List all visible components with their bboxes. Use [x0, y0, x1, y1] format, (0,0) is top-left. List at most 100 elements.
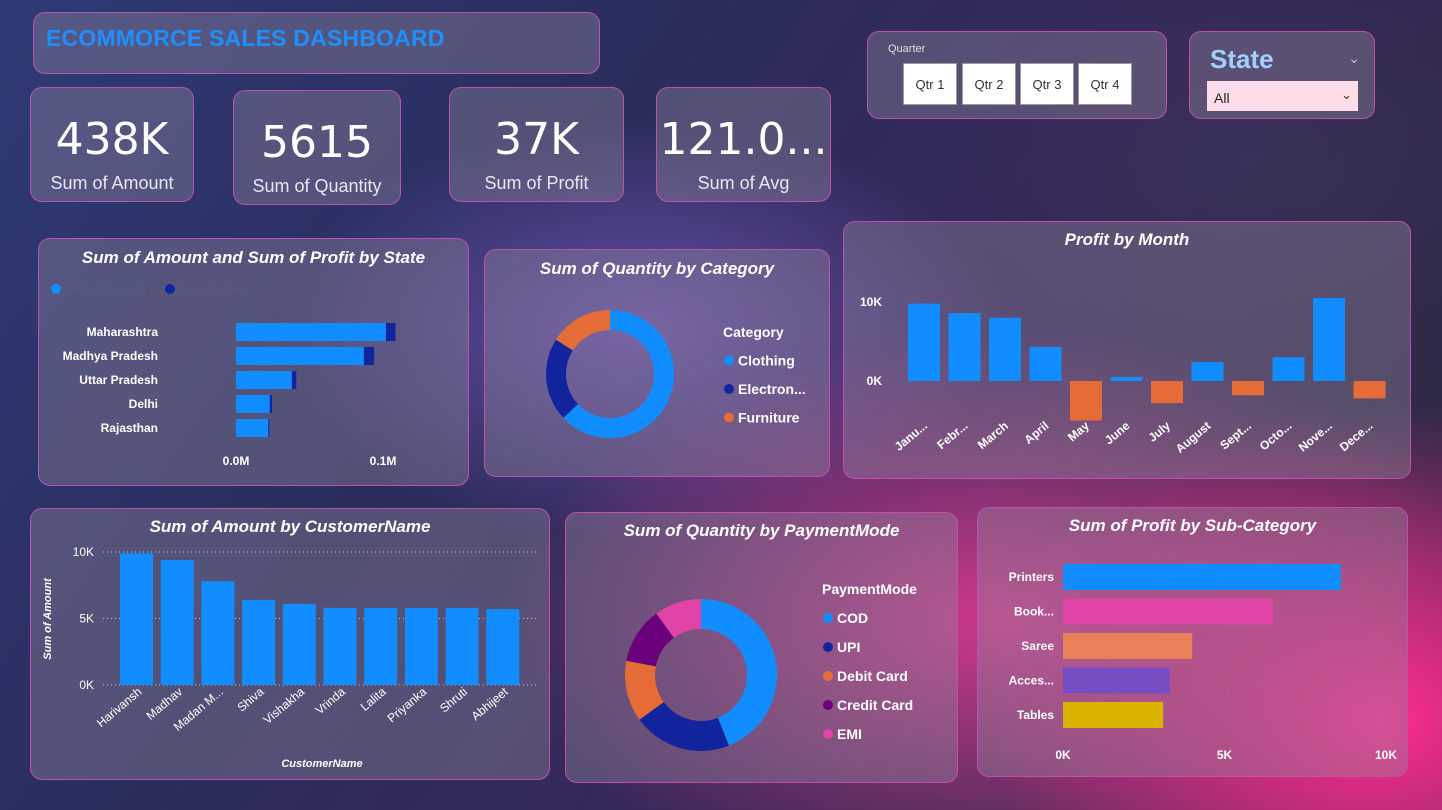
bar[interactable] — [236, 323, 386, 341]
bar[interactable] — [1151, 381, 1183, 404]
bar[interactable] — [385, 323, 396, 341]
legend-marker[interactable] — [823, 700, 833, 710]
bar[interactable] — [404, 607, 438, 685]
bar[interactable] — [268, 419, 270, 437]
legend-marker[interactable] — [724, 384, 734, 394]
legend-marker[interactable] — [724, 412, 734, 423]
payment-donut-chart[interactable]: PaymentMode COD UPI Debit Card Credit Card EM… — [566, 513, 959, 784]
bar[interactable] — [1232, 381, 1264, 396]
bar[interactable] — [363, 347, 375, 365]
category-label: Harivansh — [94, 685, 144, 730]
legend-marker[interactable] — [724, 355, 734, 366]
state-bar-chart[interactable]: Sum of Amount Sum of Profit Maharashtra Mad… — [39, 239, 470, 487]
state-dropdown-value: All — [1214, 90, 1230, 106]
legend-label: Clothing — [738, 353, 795, 369]
bar[interactable] — [948, 313, 981, 381]
bar[interactable] — [269, 395, 273, 413]
bar[interactable] — [1063, 702, 1164, 728]
bar[interactable] — [1191, 362, 1224, 381]
chart-card-subcategory: Sum of Profit by Sub-Category Printers Bo… — [977, 507, 1408, 777]
bar[interactable] — [364, 607, 398, 685]
bar[interactable] — [486, 609, 520, 685]
chevron-down-icon[interactable]: ⌄ — [1348, 50, 1360, 67]
bar[interactable] — [1353, 381, 1386, 399]
bar[interactable] — [323, 607, 357, 685]
category-label: Maharashtra — [87, 325, 159, 339]
bar[interactable] — [1110, 377, 1143, 381]
kpi-card-quantity[interactable]: 5615 Sum of Quantity — [233, 90, 401, 205]
bar[interactable] — [989, 317, 1021, 381]
tick-label: 10K — [73, 545, 94, 559]
state-slicer: State ⌄ All ⌄ — [1189, 31, 1375, 119]
kpi-label: Sum of Quantity — [252, 176, 382, 196]
category-donut-chart[interactable]: Category Clothing Electron... Furniture — [485, 250, 831, 478]
title-card: ECOMMORCE SALES DASHBOARD — [33, 12, 600, 74]
bar[interactable] — [1272, 357, 1305, 381]
category-label: Shiva — [235, 684, 267, 714]
kpi-value: 37K — [494, 114, 579, 165]
chart-card-category: Sum of Quantity by Category Category Clot… — [484, 249, 830, 477]
bar[interactable] — [291, 371, 297, 389]
category-label: Madhya Pradesh — [63, 349, 158, 363]
bar[interactable] — [242, 599, 276, 685]
axis-title: CustomerName — [281, 758, 362, 770]
bar[interactable] — [1063, 633, 1193, 659]
tick-label: 5K — [79, 612, 94, 626]
axis-title: Sum of Amount — [42, 577, 54, 660]
donut-slice[interactable] — [546, 339, 578, 418]
category-label: Vrinda — [313, 684, 348, 717]
bar[interactable] — [1063, 564, 1341, 590]
customer-bar-chart[interactable]: 0K5K10KHarivanshMadhavMadan M... ShivaVis… — [31, 509, 551, 781]
bar[interactable] — [1070, 381, 1102, 421]
state-dropdown[interactable]: All ⌄ — [1207, 81, 1358, 111]
category-label: Sept... — [1217, 419, 1254, 453]
legend-marker[interactable] — [51, 284, 61, 294]
chart-card-payment: Sum of Quantity by PaymentMode PaymentMo… — [565, 512, 958, 783]
kpi-card-amount[interactable]: 438K Sum of Amount — [30, 87, 194, 202]
bar[interactable] — [1313, 298, 1345, 381]
category-label: Dece... — [1337, 419, 1376, 455]
quarter-button-q4[interactable]: Qtr 4 — [1078, 63, 1132, 105]
donut-slice[interactable] — [555, 310, 610, 351]
bar[interactable] — [160, 559, 194, 685]
legend-label: Electron... — [738, 381, 806, 397]
bar[interactable] — [445, 607, 479, 685]
bar[interactable] — [236, 371, 292, 389]
category-label: Acces... — [1009, 674, 1054, 688]
chart-card-month: Profit by Month 0K 10K Janu... Febr... March… — [843, 221, 1411, 479]
legend-marker[interactable] — [823, 642, 833, 652]
bar[interactable] — [908, 303, 940, 381]
legend-marker[interactable] — [165, 284, 175, 294]
kpi-value: 438K — [55, 114, 169, 165]
legend-title: PaymentMode — [822, 581, 917, 597]
legend-marker[interactable] — [823, 729, 833, 739]
bar[interactable] — [201, 581, 235, 685]
legend-label: Credit Card — [837, 697, 913, 713]
category-label: Tables — [1017, 708, 1054, 722]
legend-label: COD — [837, 610, 868, 626]
bar[interactable] — [282, 603, 316, 685]
chart-card-customer: Sum of Amount by CustomerName 0K 5K 10K Har… — [30, 508, 550, 780]
bar[interactable] — [1063, 598, 1273, 625]
bar[interactable] — [120, 553, 153, 685]
quarter-button-q3[interactable]: Qtr 3 — [1020, 63, 1074, 105]
category-label: Shruti — [437, 685, 470, 716]
tick-label: 0.0M — [223, 454, 250, 468]
tick-label: 0.1M — [370, 454, 397, 468]
category-label: Nove... — [1296, 419, 1335, 455]
bar[interactable] — [236, 395, 270, 413]
bar[interactable] — [236, 347, 364, 365]
month-bar-chart[interactable]: 0K 10K Janu... Febr... March April May June July… — [844, 222, 1412, 480]
subcategory-bar-chart[interactable]: Printers Book... Saree Acces... Tables 0K 5K 10… — [978, 508, 1409, 778]
kpi-card-avg[interactable]: 121.0... Sum of Avg — [656, 87, 831, 202]
bar[interactable] — [236, 419, 269, 437]
kpi-card-profit[interactable]: 37K Sum of Profit — [449, 87, 624, 202]
bar[interactable] — [1063, 667, 1170, 694]
quarter-button-q1[interactable]: Qtr 1 — [903, 63, 957, 105]
kpi-label: Sum of Avg — [697, 173, 790, 193]
quarter-button-q2[interactable]: Qtr 2 — [962, 63, 1016, 105]
bar[interactable] — [1029, 347, 1062, 381]
chevron-down-icon: ⌄ — [1341, 87, 1352, 102]
legend-marker[interactable] — [823, 613, 833, 623]
legend-marker[interactable] — [823, 671, 833, 681]
